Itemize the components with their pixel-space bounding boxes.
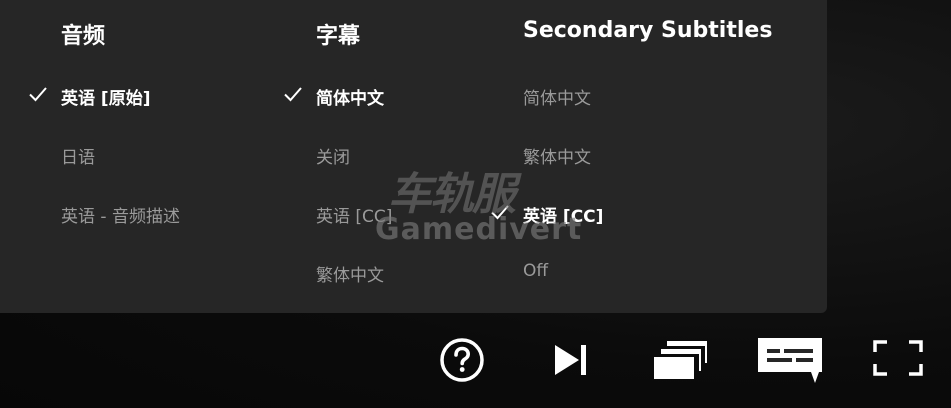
subtitle-option-label: 简体中文 <box>316 89 384 109</box>
fullscreen-button[interactable] <box>873 340 923 376</box>
secondary-option-traditional-chinese[interactable]: 繁体中文 <box>462 135 827 171</box>
audio-option-english-original[interactable]: 英语 [原始] <box>0 76 255 112</box>
audio-option-label: 日语 <box>61 148 95 168</box>
checkmark-icon <box>489 201 511 223</box>
subtitle-option-traditional-chinese[interactable]: 繁体中文 <box>255 253 462 289</box>
secondary-option-label: Off <box>523 261 549 281</box>
checkmark-icon <box>282 83 304 105</box>
help-button[interactable] <box>438 336 486 384</box>
audio-option-japanese[interactable]: 日语 <box>0 135 255 171</box>
subtitles-icon <box>758 338 822 383</box>
secondary-subtitles-header: Secondary Subtitles <box>523 18 773 43</box>
subtitle-option-off[interactable]: 关闭 <box>255 135 462 171</box>
secondary-option-english-cc[interactable]: 英语 [CC] <box>462 194 827 230</box>
next-episode-button[interactable] <box>552 341 590 379</box>
secondary-option-label: 繁体中文 <box>523 148 591 168</box>
audio-subtitles-button[interactable] <box>757 336 823 386</box>
skip-next-icon <box>555 345 586 375</box>
fullscreen-icon <box>873 340 923 376</box>
audio-option-label: 英语 [原始] <box>61 89 151 109</box>
secondary-option-label: 英语 [CC] <box>523 207 604 227</box>
subtitle-option-label: 关闭 <box>316 148 350 168</box>
subtitle-option-label: 英语 [CC] <box>316 207 393 227</box>
audio-subtitles-panel: 音频 英语 [原始] 日语 英语 - 音频描述 字幕 简体中文 关闭 英语 [C… <box>0 0 827 313</box>
help-circle-icon <box>440 338 484 382</box>
subtitle-option-label: 繁体中文 <box>316 266 384 286</box>
subtitle-option-simplified-chinese[interactable]: 简体中文 <box>255 76 462 112</box>
audio-option-label: 英语 - 音频描述 <box>61 207 180 227</box>
checkmark-icon <box>27 83 49 105</box>
secondary-option-label: 简体中文 <box>523 89 591 109</box>
episodes-button[interactable] <box>653 339 709 381</box>
video-player: 音频 英语 [原始] 日语 英语 - 音频描述 字幕 简体中文 关闭 英语 [C… <box>0 0 951 408</box>
secondary-option-simplified-chinese[interactable]: 简体中文 <box>462 76 827 112</box>
episodes-stack-icon <box>654 341 707 379</box>
secondary-option-off[interactable]: Off <box>462 253 827 289</box>
subtitles-header: 字幕 <box>316 24 361 49</box>
audio-option-english-description[interactable]: 英语 - 音频描述 <box>0 194 255 230</box>
audio-header: 音频 <box>61 24 106 49</box>
subtitle-option-english-cc[interactable]: 英语 [CC] <box>255 194 462 230</box>
